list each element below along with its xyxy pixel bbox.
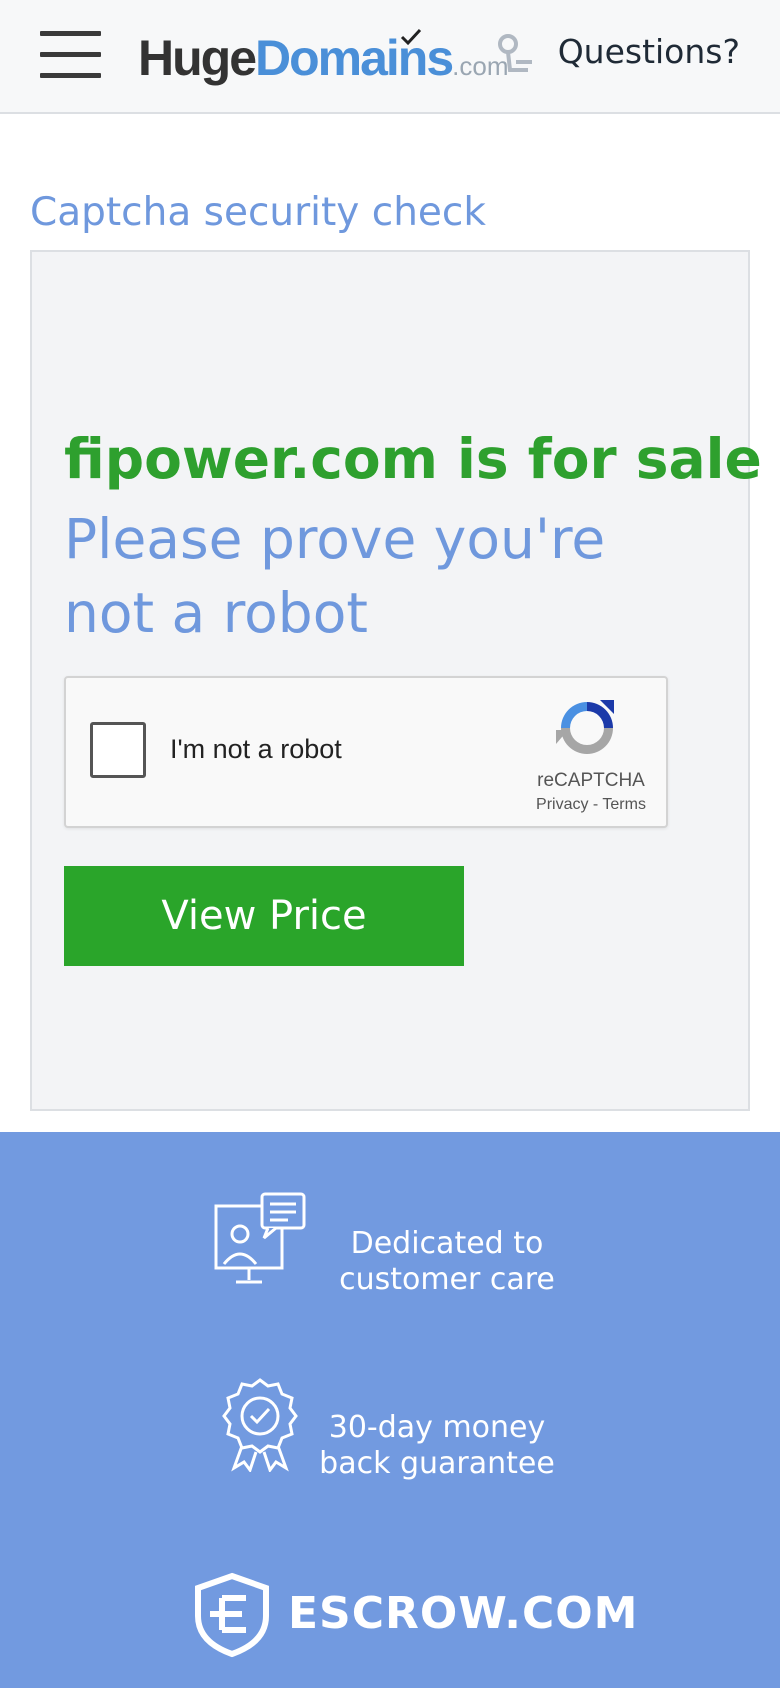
trust-footer: Dedicated to customer care 30-day money … <box>0 1132 780 1688</box>
customer-care-icon <box>214 1192 306 1284</box>
recaptcha-brand-text: reCAPTCHA <box>537 770 645 791</box>
recaptcha-logo-icon <box>556 700 614 754</box>
recaptcha-link-separator: - <box>588 796 603 813</box>
logo-handshake-icon <box>498 34 532 72</box>
view-price-button[interactable]: View Price <box>64 866 464 966</box>
logo-huge-text: Huge <box>138 30 257 86</box>
guarantee-line-1: 30-day money <box>328 1410 546 1445</box>
recaptcha-label: I'm not a robot <box>170 734 342 764</box>
customer-care-text: Dedicated to customer care <box>322 1226 572 1298</box>
customer-care-line-1: Dedicated to <box>350 1226 544 1261</box>
questions-link[interactable]: Questions? <box>558 32 740 71</box>
recaptcha-checkbox[interactable] <box>90 722 146 778</box>
page-title: Captcha security check <box>30 190 486 235</box>
domain-for-sale-heading: fipower.com is for sale <box>64 427 762 491</box>
guarantee-line-2: back guarantee <box>319 1446 555 1481</box>
hugedomains-logo[interactable]: HugeDomains.com <box>138 26 548 90</box>
escrow-logo[interactable]: ESCROW.COM <box>192 1572 637 1662</box>
recaptcha-terms-link[interactable]: Terms <box>602 796 646 813</box>
recaptcha-links: Privacy - Terms <box>516 796 666 814</box>
guarantee-badge-icon <box>222 1378 298 1472</box>
top-header: HugeDomains.com Questions? <box>0 0 780 114</box>
recaptcha-widget: I'm not a robot reCAPTCHA Privacy - Term… <box>64 676 668 828</box>
escrow-shield-icon <box>195 1572 269 1658</box>
logo-domains-text: Domains <box>255 30 454 86</box>
hamburger-menu-icon[interactable] <box>40 31 101 79</box>
captcha-panel: fipower.com is for sale Please prove you… <box>30 250 762 1111</box>
prove-not-robot-heading: Please prove you're not a robot <box>64 507 606 645</box>
escrow-label: ESCROW.COM <box>288 1588 639 1639</box>
customer-care-line-2: customer care <box>339 1262 555 1297</box>
recaptcha-privacy-link[interactable]: Privacy <box>536 796 588 813</box>
logo-check-icon <box>400 28 422 46</box>
guarantee-text: 30-day money back guarantee <box>312 1410 562 1482</box>
